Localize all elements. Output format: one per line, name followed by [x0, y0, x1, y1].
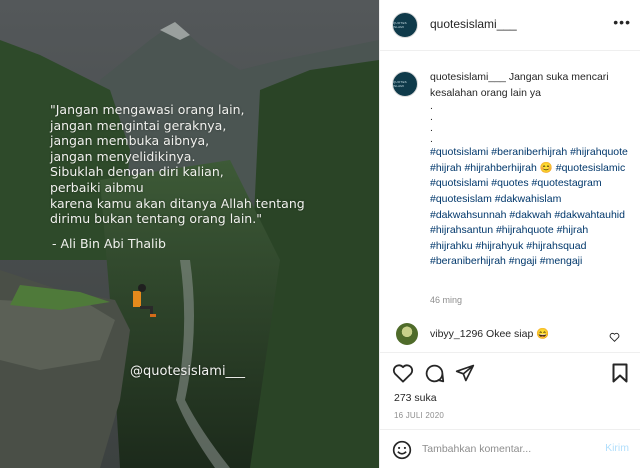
post-header: QUOTES ISLAMI quotesislami___ •••	[380, 0, 640, 51]
caption-dot: .	[430, 100, 433, 113]
caption-avatar-text: QUOTES ISLAMI	[393, 80, 407, 88]
heart-icon[interactable]	[392, 363, 414, 383]
likes-count[interactable]: 273 suka	[394, 392, 437, 404]
bookmark-icon[interactable]	[612, 363, 628, 383]
quote-author: - Ali Bin Abi Thalib	[52, 236, 166, 251]
share-icon[interactable]	[455, 363, 475, 383]
laugh-emoji-icon: 😄	[536, 328, 550, 340]
emoji-picker-icon[interactable]	[392, 440, 412, 460]
caption: quotesislami___ Jangan suka mencari kesa…	[430, 70, 630, 270]
header-username[interactable]: quotesislami___	[430, 17, 517, 31]
caption-time: 46 ming	[430, 295, 463, 305]
watermark: @quotesislami___	[130, 364, 246, 379]
add-comment-bar: Kirim	[380, 429, 640, 470]
reply-avatar[interactable]	[396, 323, 418, 345]
post-image[interactable]: "Jangan mengawasi orang lain, jangan men…	[0, 0, 379, 468]
caption-dot: .	[430, 133, 433, 146]
action-bar: 273 suka 16 JULI 2020 Kirim	[380, 352, 640, 469]
comments-list[interactable]: QUOTES ISLAMI quotesislami___ Jangan suk…	[380, 51, 640, 351]
post-date: 16 JULI 2020	[394, 411, 444, 420]
caption-dot: .	[430, 111, 433, 124]
avatar[interactable]: QUOTES ISLAMI	[392, 12, 418, 38]
more-options-icon[interactable]: •••	[613, 14, 631, 30]
reply-comment: vibyy_1296 Okee siap 😄	[430, 327, 549, 340]
caption-avatar[interactable]: QUOTES ISLAMI	[392, 71, 418, 97]
post-side-panel: QUOTES ISLAMI quotesislami___ ••• QUOTES…	[379, 0, 640, 468]
post-comment-button[interactable]: Kirim	[605, 442, 629, 454]
comment-like-heart-icon[interactable]	[609, 332, 620, 342]
reply-username[interactable]: vibyy_1296	[430, 328, 483, 340]
hashtags[interactable]: #quotesislamic #quotsislami #quotes #quo…	[430, 162, 625, 268]
comment-icon[interactable]	[424, 363, 445, 384]
comment-input[interactable]	[422, 443, 582, 455]
caption-dot: .	[430, 122, 433, 135]
caption-username[interactable]: quotesislami___	[430, 71, 506, 83]
avatar-text: QUOTES ISLAMI	[393, 21, 407, 29]
smile-emoji-icon: 😊	[539, 161, 553, 174]
quote-text: "Jangan mengawasi orang lain, jangan men…	[50, 102, 305, 227]
landscape-illustration	[0, 0, 379, 468]
reply-text: Okee siap	[486, 328, 534, 340]
